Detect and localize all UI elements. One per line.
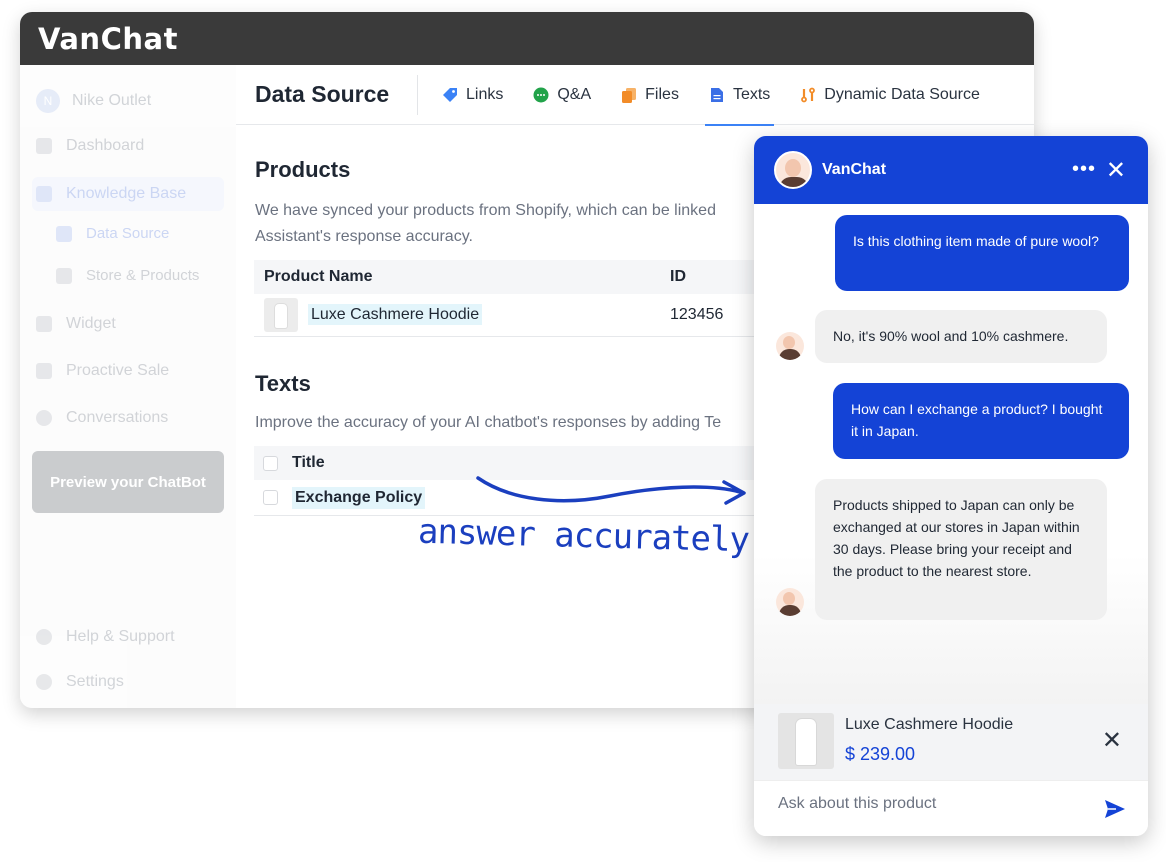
store-avatar: N: [36, 89, 60, 113]
sidebar-item-label: Proactive Sale: [66, 362, 170, 379]
bot-avatar: [776, 588, 804, 616]
chat-input[interactable]: [778, 795, 1088, 813]
sidebar-item-knowledge-base[interactable]: Knowledge Base: [32, 177, 224, 211]
sidebar-item-label: Dashboard: [66, 137, 145, 154]
sidebar-item-label: Help & Support: [66, 628, 175, 645]
product-name[interactable]: Luxe Cashmere Hoodie: [308, 304, 483, 325]
header-divider: [417, 74, 418, 115]
product-thumbnail: [264, 298, 298, 332]
tab-links[interactable]: Links: [442, 65, 503, 125]
files-icon: [622, 87, 637, 103]
sidebar-item-proactive-sale[interactable]: Proactive Sale: [36, 362, 169, 380]
sidebar-item-label: Store & Products: [86, 267, 200, 284]
widget-icon: [36, 316, 52, 332]
chat-title: VanChat: [822, 161, 887, 178]
sidebar-item-conversations[interactable]: Conversations: [36, 409, 168, 427]
tab-label: Q&A: [557, 85, 592, 103]
bot-message: Products shipped to Japan can only be ex…: [815, 479, 1107, 620]
product-name-cell: Luxe Cashmere Hoodie: [308, 304, 670, 325]
sidebar-item-settings[interactable]: Settings: [36, 673, 124, 691]
send-icon[interactable]: [1104, 799, 1126, 819]
chat-bubble-icon: [533, 87, 549, 102]
data-source-header: Data Source Links Q&A Files Texts Dynami…: [236, 65, 1034, 126]
product-id: 123456: [670, 306, 724, 323]
page-title: Data Source: [255, 81, 390, 107]
dynamic-source-icon: [801, 87, 816, 102]
gear-icon: [36, 674, 52, 690]
vanchat-logo: VanChat: [38, 21, 178, 56]
tab-qa[interactable]: Q&A: [533, 65, 591, 125]
tab-dynamic-data-source[interactable]: Dynamic Data Source: [800, 65, 980, 125]
knowledge-base-icon: [36, 186, 52, 202]
sidebar-item-store-products[interactable]: Store & Products: [56, 267, 199, 284]
user-message: Is this clothing item made of pure wool?: [835, 215, 1129, 291]
sidebar-item-label: Knowledge Base: [66, 185, 187, 202]
product-name: Luxe Cashmere Hoodie: [845, 716, 1014, 733]
sidebar-item-help[interactable]: Help & Support: [36, 628, 175, 646]
store-switcher[interactable]: N Nike Outlet: [36, 89, 151, 113]
close-icon[interactable]: ✕: [1102, 726, 1122, 755]
tag-icon: [443, 87, 457, 102]
chat-header: VanChat ••• ✕: [754, 136, 1148, 204]
bot-avatar: [776, 332, 804, 360]
preview-chatbot-button[interactable]: Preview your ChatBot: [32, 451, 224, 513]
sidebar-item-label: Conversations: [66, 409, 169, 426]
bot-message: No, it's 90% wool and 10% cashmere.: [815, 310, 1107, 363]
dashboard-icon: [36, 138, 52, 154]
title-bar: VanChat: [20, 12, 1034, 65]
sidebar-item-widget[interactable]: Widget: [36, 315, 116, 333]
sidebar-item-label: Data Source: [86, 225, 170, 242]
product-thumbnail: [778, 713, 834, 769]
product-card[interactable]: Luxe Cashmere Hoodie $ 239.00 ✕: [754, 704, 1148, 780]
document-icon: [710, 87, 723, 102]
row-checkbox[interactable]: [263, 490, 278, 505]
product-price: $ 239.00: [845, 744, 916, 764]
shopping-basket-icon: [36, 363, 52, 379]
texts-title: Texts: [255, 371, 311, 396]
products-title: Products: [255, 157, 351, 182]
help-icon: [36, 629, 52, 645]
clock-icon: [36, 410, 52, 426]
user-message: How can I exchange a product? I bought i…: [833, 383, 1129, 459]
close-icon[interactable]: ✕: [1106, 156, 1126, 185]
column-header-id: ID: [670, 268, 686, 285]
sidebar: N Nike Outlet Dashboard Knowledge Base D…: [20, 65, 236, 708]
tab-texts[interactable]: Texts: [704, 65, 775, 126]
chat-input-bar: [754, 780, 1148, 836]
sidebar-item-dashboard[interactable]: Dashboard: [36, 137, 144, 155]
database-icon: [56, 225, 72, 242]
tab-label: Texts: [732, 85, 771, 103]
chat-widget: VanChat ••• ✕ Is this clothing item made…: [754, 136, 1148, 836]
products-table: Product Name ID Luxe Cashmere Hoodie 123…: [254, 260, 814, 337]
table-row[interactable]: Luxe Cashmere Hoodie 123456: [254, 294, 814, 337]
tab-label: Links: [466, 85, 504, 103]
store-icon: [56, 267, 72, 284]
tab-label: Files: [645, 85, 679, 103]
table-header: Product Name ID: [254, 260, 814, 294]
column-header-title: Title: [292, 454, 325, 471]
select-all-checkbox[interactable]: [263, 455, 278, 471]
sidebar-item-label: Widget: [66, 315, 116, 332]
tab-label: Dynamic Data Source: [824, 85, 980, 103]
bot-avatar: [774, 151, 812, 189]
chat-messages: Is this clothing item made of pure wool?…: [754, 204, 1148, 704]
sidebar-item-data-source[interactable]: Data Source: [56, 225, 169, 242]
sidebar-item-label: Settings: [66, 673, 124, 690]
annotation-arrow: [476, 476, 746, 505]
store-name: Nike Outlet: [72, 92, 152, 109]
text-title[interactable]: Exchange Policy: [292, 486, 426, 509]
column-header-product-name: Product Name: [264, 268, 373, 285]
more-options-icon[interactable]: •••: [1072, 158, 1096, 181]
tab-files[interactable]: Files: [621, 65, 679, 125]
